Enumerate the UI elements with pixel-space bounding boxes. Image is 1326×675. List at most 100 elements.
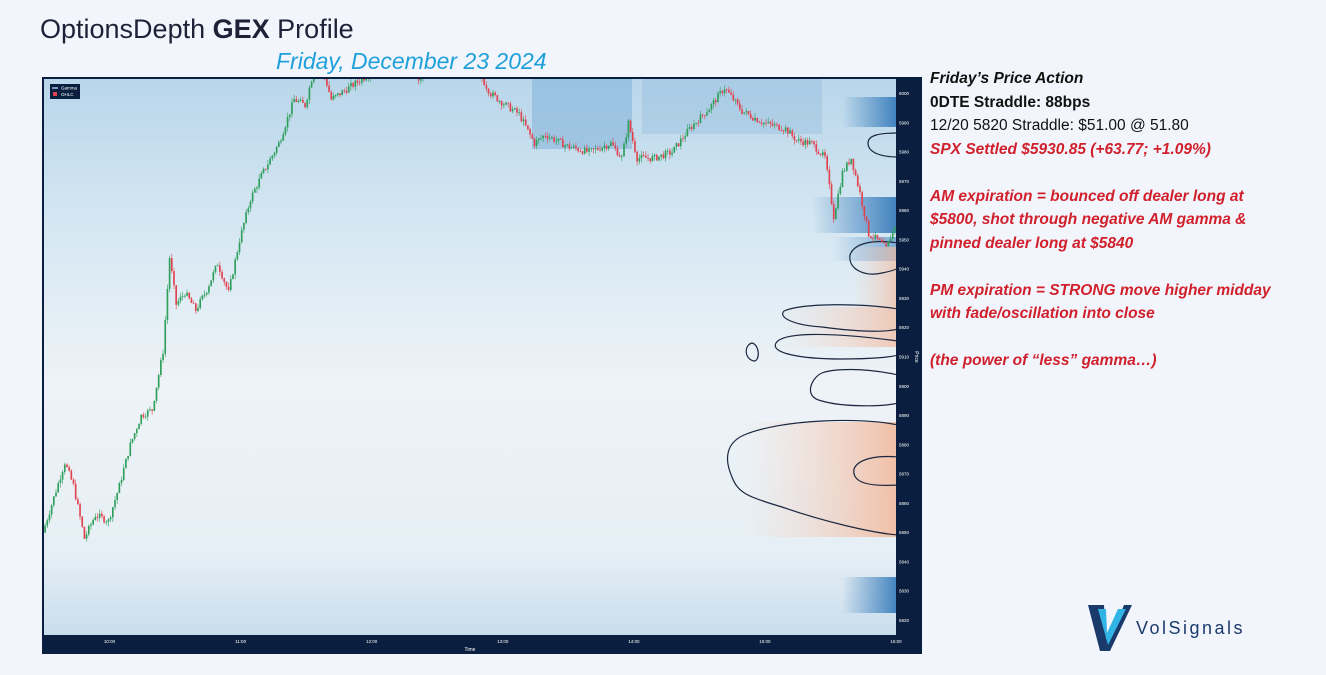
candle-body bbox=[166, 289, 169, 320]
candle-body bbox=[157, 374, 160, 388]
candle-body bbox=[304, 102, 306, 108]
candle-body bbox=[66, 464, 68, 467]
y-tick-label: 5860 bbox=[899, 501, 910, 506]
candle-body bbox=[295, 98, 298, 102]
candle-body bbox=[494, 92, 496, 96]
x-axis-label: Time bbox=[465, 647, 476, 653]
candle-body bbox=[225, 282, 228, 287]
candle-body bbox=[496, 95, 499, 102]
candle-body bbox=[767, 121, 770, 123]
candle-body bbox=[505, 102, 507, 105]
candle-body bbox=[791, 130, 794, 136]
y-tick-label: 5990 bbox=[899, 120, 910, 125]
y-axis: 5820 5830 5840 5850 5860 5870 5880 5890 5900 5910… bbox=[899, 91, 910, 623]
candle-body bbox=[863, 206, 866, 217]
candle-body bbox=[258, 178, 261, 188]
candle-body bbox=[824, 152, 826, 157]
x-tick-label: 13:00 bbox=[497, 639, 509, 644]
candle-body bbox=[120, 479, 123, 483]
candle-body bbox=[865, 216, 868, 221]
candle-body bbox=[109, 517, 112, 520]
candle-body bbox=[795, 140, 798, 142]
candle-body bbox=[330, 91, 333, 100]
candle-body bbox=[533, 138, 536, 146]
y-tick-label: 5850 bbox=[899, 530, 910, 535]
candle-body bbox=[883, 242, 885, 244]
candle-body bbox=[111, 507, 114, 518]
candle-body bbox=[697, 122, 700, 124]
candle-body bbox=[793, 135, 796, 141]
candle-body bbox=[129, 442, 132, 456]
chart-legend: Gamma OHLC bbox=[50, 84, 80, 99]
candle-body bbox=[50, 505, 53, 515]
candle-body bbox=[282, 134, 285, 141]
candle-body bbox=[756, 118, 759, 123]
notes-spacer bbox=[930, 255, 1320, 279]
candle-body bbox=[562, 139, 564, 148]
candle-body bbox=[544, 135, 547, 137]
candle-body bbox=[267, 164, 269, 170]
page-subtitle-date: Friday, December 23 2024 bbox=[276, 48, 547, 74]
candle-body bbox=[520, 112, 523, 122]
y-tick-label: 6000 bbox=[899, 91, 910, 96]
candle-body bbox=[253, 188, 256, 193]
candle-body bbox=[577, 148, 579, 152]
candle-body bbox=[870, 236, 872, 239]
gex-chart: Gamma OHLC 5820 5830 5840 5850 5860 5870 5880 5… bbox=[42, 77, 922, 654]
page-title: OptionsDepth GEX Profile bbox=[40, 14, 354, 44]
candle-body bbox=[243, 222, 245, 230]
candle-body bbox=[500, 101, 503, 106]
candle-body bbox=[507, 102, 510, 104]
candle-body bbox=[887, 240, 890, 247]
candle-body bbox=[741, 109, 743, 114]
candle-body bbox=[837, 193, 839, 209]
candle-body bbox=[782, 130, 785, 132]
candle-body bbox=[679, 138, 682, 147]
candle-body bbox=[542, 135, 545, 139]
candle-body bbox=[238, 242, 241, 253]
candle-body bbox=[522, 119, 525, 122]
candle-body bbox=[77, 499, 79, 505]
y-tick-label: 5840 bbox=[899, 559, 910, 564]
candle-body bbox=[489, 93, 492, 97]
candle-body bbox=[717, 93, 719, 103]
candle-body bbox=[170, 258, 173, 272]
candle-body bbox=[208, 286, 210, 293]
candle-body bbox=[203, 294, 206, 296]
candle-body bbox=[817, 151, 820, 154]
candle-body bbox=[293, 98, 295, 103]
y-tick-label: 5980 bbox=[899, 150, 910, 155]
candle-body bbox=[149, 409, 151, 411]
candle-body bbox=[197, 307, 199, 311]
candle-body bbox=[535, 140, 538, 146]
candle-body bbox=[513, 108, 516, 110]
candle-body bbox=[326, 79, 328, 86]
candle-body bbox=[101, 513, 103, 517]
candle-body bbox=[876, 235, 879, 239]
candle-body bbox=[800, 138, 802, 142]
candle-body bbox=[87, 525, 90, 535]
candle-body bbox=[686, 128, 689, 137]
candle-body bbox=[649, 158, 652, 161]
candle-body bbox=[524, 119, 527, 126]
y-tick-label: 5890 bbox=[899, 413, 910, 418]
candle-body bbox=[249, 201, 252, 209]
y-tick-label: 5820 bbox=[899, 618, 910, 623]
candle-body bbox=[173, 271, 175, 286]
candle-body bbox=[821, 152, 824, 156]
candle-body bbox=[778, 124, 780, 130]
candle-body bbox=[590, 148, 593, 150]
candle-body bbox=[144, 416, 147, 418]
candle-body bbox=[72, 479, 75, 484]
candle-body bbox=[846, 162, 848, 171]
candle-body bbox=[758, 122, 761, 123]
candle-body bbox=[236, 252, 239, 260]
candle-body bbox=[710, 104, 713, 110]
candle-body bbox=[872, 238, 874, 239]
candle-body bbox=[861, 192, 863, 207]
candle-body bbox=[94, 516, 97, 521]
candle-body bbox=[485, 85, 488, 89]
candle-body bbox=[714, 100, 717, 103]
candle-body bbox=[745, 111, 748, 113]
candle-body bbox=[420, 79, 422, 81]
